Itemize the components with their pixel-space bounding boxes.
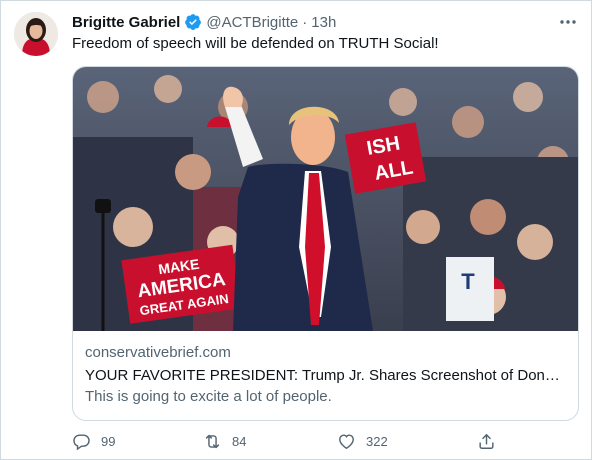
sign-small-text: T	[461, 269, 475, 294]
reply-icon	[73, 433, 90, 450]
reply-button[interactable]: 99	[72, 430, 115, 452]
retweet-count: 84	[232, 433, 247, 449]
card-domain: conservativebrief.com	[85, 344, 231, 361]
like-button[interactable]: 322	[337, 430, 388, 452]
heart-icon	[339, 433, 354, 449]
timestamp[interactable]: 13h	[311, 14, 336, 31]
card-image: MAKE AMERICA GREAT AGAIN ISH ALL T	[73, 67, 578, 331]
share-icon	[479, 433, 494, 449]
rally-photo: MAKE AMERICA GREAT AGAIN ISH ALL T	[73, 67, 578, 331]
action-bar: 99 84 322	[72, 430, 502, 452]
verified-badge-icon	[185, 14, 202, 30]
tweet-header: Brigitte Gabriel @ACTBrigitte · 13h	[72, 12, 336, 32]
like-count: 322	[366, 433, 388, 449]
reply-count: 99	[101, 433, 116, 449]
retweet-button[interactable]: 84	[203, 430, 246, 452]
more-options-icon[interactable]	[558, 12, 578, 32]
card-description: This is going to excite a lot of people.	[85, 388, 332, 405]
separator-dot: ·	[302, 13, 308, 31]
author-handle[interactable]: @ACTBrigitte	[206, 14, 298, 31]
author-name[interactable]: Brigitte Gabriel	[72, 14, 180, 31]
link-card[interactable]: MAKE AMERICA GREAT AGAIN ISH ALL T conse…	[72, 66, 579, 421]
tweet-text: Freedom of speech will be defended on TR…	[72, 35, 439, 52]
share-button[interactable]	[477, 430, 496, 452]
card-meta: conservativebrief.com YOUR FAVORITE PRES…	[85, 343, 567, 407]
avatar[interactable]	[14, 12, 58, 56]
retweet-icon	[205, 434, 220, 448]
more-dots-icon	[560, 20, 576, 24]
card-title: YOUR FAVORITE PRESIDENT: Trump Jr. Share…	[85, 367, 567, 384]
avatar-image	[14, 12, 58, 56]
